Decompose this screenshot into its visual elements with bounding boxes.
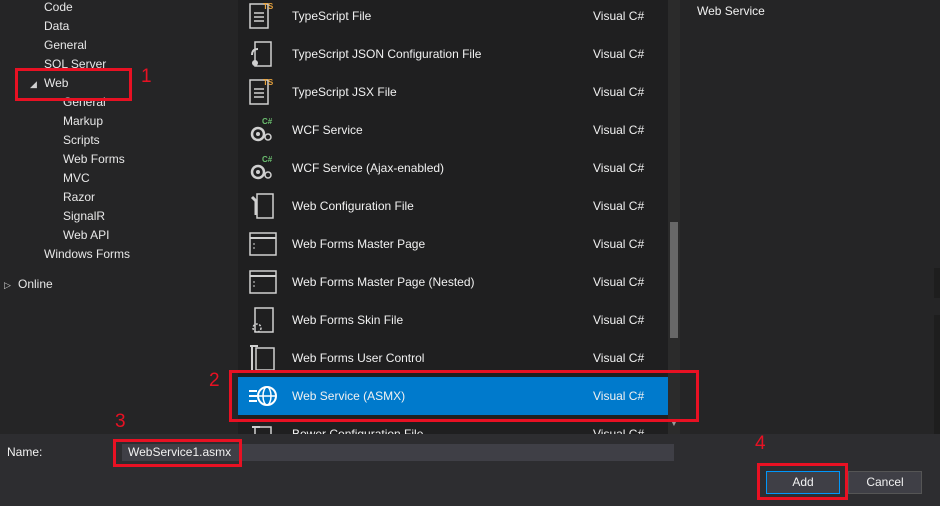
annotation-number: 2 (209, 370, 220, 391)
template-row-wcf-service[interactable]: C# WCF Service Visual C# (238, 111, 668, 149)
template-language: Visual C# (593, 275, 645, 289)
template-name: TypeScript File (292, 9, 372, 23)
template-language: Visual C# (593, 313, 645, 327)
tree-item-scripts[interactable]: Scripts (49, 131, 100, 150)
template-language: Visual C# (593, 199, 645, 213)
svg-text:C#: C# (262, 155, 273, 164)
tree-item-razor[interactable]: Razor (49, 188, 95, 207)
tree-item-web-api[interactable]: Web API (49, 226, 109, 245)
template-row-web-config[interactable]: Web Configuration File Visual C# (238, 187, 668, 225)
annotation-number: 3 (115, 411, 126, 432)
template-row-json-config[interactable]: TypeScript JSON Configuration File Visua… (238, 35, 668, 73)
template-language: Visual C# (593, 161, 645, 175)
tree-item-online[interactable]: ▷ Online (4, 275, 53, 294)
tree-item-label: Razor (63, 190, 96, 204)
template-name: Web Forms Skin File (292, 313, 404, 327)
template-language: Visual C# (593, 9, 645, 23)
typescript-file-icon: TS (249, 2, 274, 29)
svg-text:TS: TS (263, 78, 274, 87)
template-list-scrollbar[interactable]: ▼ (668, 0, 680, 434)
tree-item-label: Markup (63, 114, 104, 128)
template-row-nested-master-page[interactable]: Web Forms Master Page (Nested) Visual C# (238, 263, 668, 301)
cancel-button[interactable]: Cancel (848, 471, 922, 494)
template-name: TypeScript JSX File (292, 85, 397, 99)
scrollbar-thumb[interactable] (670, 222, 678, 338)
partial-window-edge (934, 268, 940, 298)
annotation-number: 4 (755, 433, 766, 454)
annotation-number: 1 (141, 66, 152, 87)
tree-item-label: Scripts (63, 133, 100, 147)
collapsed-arrow-icon[interactable]: ▷ (4, 276, 18, 295)
template-category-tree: Code Data General SQL Server ◢ Web Genera… (0, 0, 238, 434)
nested-master-page-icon (249, 270, 277, 294)
template-row-typescript-jsx[interactable]: TS TypeScript JSX File Visual C# (238, 73, 668, 111)
wcf-service-icon: C# (250, 117, 273, 142)
tree-item-general[interactable]: General (30, 36, 87, 55)
json-config-icon (251, 41, 272, 67)
template-name: Web Forms Master Page (292, 237, 426, 251)
template-list: TS TypeScript File Visual C# TypeScript … (238, 0, 668, 434)
tree-item-mvc[interactable]: MVC (49, 169, 90, 188)
template-name: Web Forms Master Page (Nested) (292, 275, 475, 289)
tree-item-label: General (44, 38, 87, 52)
user-control-icon (250, 345, 275, 371)
tree-item-label: SignalR (63, 209, 106, 223)
template-language: Visual C# (593, 85, 645, 99)
annotation-box-name-field (113, 439, 242, 467)
partial-window-edge (934, 315, 940, 435)
template-language: Visual C# (593, 47, 645, 61)
master-page-icon (249, 232, 277, 256)
skin-file-icon (252, 307, 274, 333)
annotation-box-web-service (229, 370, 699, 422)
annotation-box-web (15, 68, 132, 101)
tree-item-label: Web Forms (63, 152, 125, 166)
tree-item-windows-forms[interactable]: Windows Forms (30, 245, 130, 264)
template-name: Web Configuration File (292, 199, 414, 213)
template-row-typescript-file[interactable]: TS TypeScript File Visual C# (238, 0, 668, 35)
tree-item-label: Web API (63, 228, 110, 242)
svg-text:C#: C# (262, 117, 273, 126)
template-name: WCF Service (Ajax-enabled) (292, 161, 445, 175)
tree-item-web-forms[interactable]: Web Forms (49, 150, 125, 169)
web-config-icon (250, 193, 274, 219)
template-description: Web Service (697, 4, 765, 18)
tree-item-code[interactable]: Code (30, 0, 73, 17)
tree-item-label: Code (44, 0, 73, 14)
template-row-master-page[interactable]: Web Forms Master Page Visual C# (238, 225, 668, 263)
annotation-box-add-button (757, 463, 848, 500)
template-name: WCF Service (292, 123, 363, 137)
name-label: Name: (7, 445, 43, 459)
template-row-wcf-ajax[interactable]: C# WCF Service (Ajax-enabled) Visual C# (238, 149, 668, 187)
tree-item-signalr[interactable]: SignalR (49, 207, 105, 226)
tree-item-label: Online (18, 277, 53, 291)
template-description-panel: Web Service (680, 0, 940, 434)
tree-item-markup[interactable]: Markup (49, 112, 103, 131)
tree-item-label: Windows Forms (44, 247, 131, 261)
typescript-jsx-icon: TS (249, 78, 274, 105)
template-language: Visual C# (593, 237, 645, 251)
template-name: TypeScript JSON Configuration File (292, 47, 482, 61)
tree-item-data[interactable]: Data (30, 17, 69, 36)
tree-item-label: MVC (63, 171, 90, 185)
svg-text:TS: TS (263, 2, 274, 11)
tree-item-label: Data (44, 19, 70, 33)
template-row-skin-file[interactable]: Web Forms Skin File Visual C# (238, 301, 668, 339)
template-language: Visual C# (593, 123, 645, 137)
wcf-ajax-icon: C# (250, 155, 273, 180)
